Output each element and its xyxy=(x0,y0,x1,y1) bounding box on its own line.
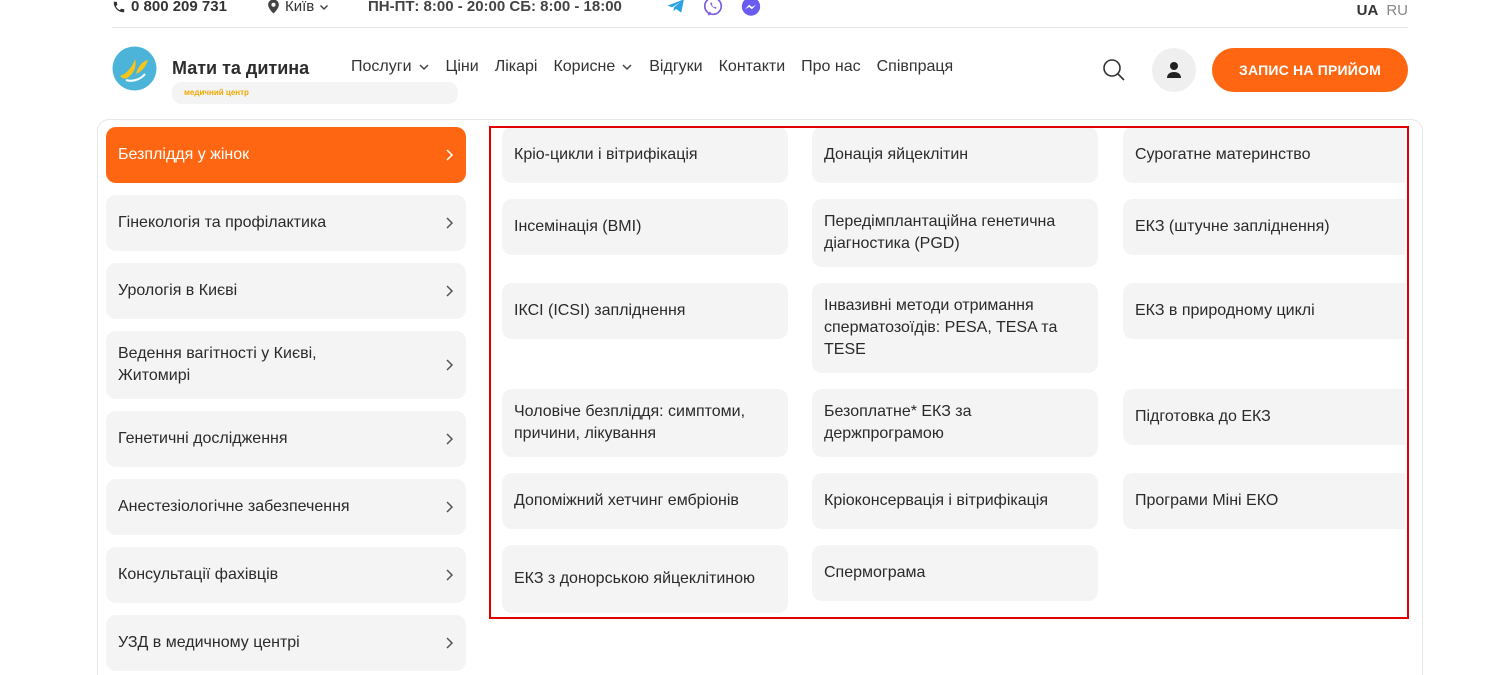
chevron-right-icon xyxy=(446,149,454,161)
nav-reviews[interactable]: Відгуки xyxy=(649,58,702,76)
messenger-icon[interactable] xyxy=(740,0,762,18)
nav-about[interactable]: Про нас xyxy=(801,58,860,76)
main-nav: Послуги Ціни Лікарі Корисне Відгуки Конт… xyxy=(351,58,953,76)
location-pin-icon xyxy=(268,0,279,14)
site-logo[interactable]: Мати та дитина медичний центр xyxy=(112,46,458,104)
lang-ru[interactable]: RU xyxy=(1386,2,1408,19)
category-label: Консультації фахівців xyxy=(118,566,279,583)
category-item-pregnancy[interactable]: Ведення вагітності у Києві, Житомирі xyxy=(106,331,466,399)
chevron-down-icon xyxy=(320,4,329,10)
book-appointment-button[interactable]: ЗАПИС НА ПРИЙОМ xyxy=(1212,48,1408,92)
nav-doctors[interactable]: Лікарі xyxy=(495,58,538,76)
highlight-frame xyxy=(489,126,1409,619)
account-button[interactable] xyxy=(1152,48,1196,92)
nav-useful[interactable]: Корисне xyxy=(553,58,633,76)
viber-icon[interactable] xyxy=(702,0,724,18)
nav-useful-label: Корисне xyxy=(553,58,616,75)
user-icon xyxy=(1167,62,1181,78)
category-label: Анестезіологічне забезпечення xyxy=(118,498,350,515)
city-label: Київ xyxy=(285,0,315,15)
chevron-down-icon xyxy=(622,64,632,71)
logo-subtitle: медичний центр xyxy=(172,82,458,104)
messenger-links xyxy=(666,0,762,18)
chevron-right-icon xyxy=(446,433,454,445)
category-item-gynecology[interactable]: Гінекологія та профілактика xyxy=(106,195,466,251)
search-button[interactable] xyxy=(1101,57,1127,83)
phone-link[interactable]: 0 800 209 731 xyxy=(112,0,227,15)
category-item-female-infertility[interactable]: Безпліддя у жінок xyxy=(106,127,466,183)
category-label: Генетичні дослідження xyxy=(118,430,288,447)
chevron-right-icon xyxy=(446,501,454,513)
nav-contacts[interactable]: Контакти xyxy=(719,58,786,76)
category-label: УЗД в медичному центрі xyxy=(118,634,300,651)
phone-icon xyxy=(113,1,125,12)
category-label: Ведення вагітності у Києві, Житомирі xyxy=(118,345,317,384)
category-label: Гінекологія та профілактика xyxy=(118,214,327,231)
category-item-urology[interactable]: Урологія в Києві xyxy=(106,263,466,319)
chevron-right-icon xyxy=(446,637,454,649)
chevron-right-icon xyxy=(446,569,454,581)
nav-services-label: Послуги xyxy=(351,58,412,75)
language-switch: UA RU xyxy=(1357,2,1408,19)
nav-services[interactable]: Послуги xyxy=(351,58,430,76)
category-label: Урологія в Києві xyxy=(118,282,238,299)
category-item-genetics[interactable]: Генетичні дослідження xyxy=(106,411,466,467)
logo-name: Мати та дитина xyxy=(172,58,310,78)
chevron-right-icon xyxy=(446,359,454,371)
category-item-anesthesiology[interactable]: Анестезіологічне забезпечення xyxy=(106,479,466,535)
chevron-right-icon xyxy=(446,217,454,229)
search-icon xyxy=(1103,59,1125,81)
category-item-consultations[interactable]: Консультації фахівців xyxy=(106,547,466,603)
chevron-down-icon xyxy=(418,64,429,71)
category-label: Безпліддя у жінок xyxy=(118,146,250,163)
lang-ua[interactable]: UA xyxy=(1357,2,1379,19)
nav-cooperation[interactable]: Співпраця xyxy=(877,58,954,76)
telegram-icon[interactable] xyxy=(666,0,686,16)
chevron-right-icon xyxy=(446,285,454,297)
phone-number: 0 800 209 731 xyxy=(131,0,227,15)
category-item-ultrasound[interactable]: УЗД в медичному центрі xyxy=(106,615,466,671)
top-bar: 0 800 209 731 Київ ПН-ПТ: 8:00 - 20:00 С… xyxy=(112,0,1408,28)
logo-emblem-icon xyxy=(112,46,157,91)
city-selector[interactable]: Київ xyxy=(267,0,329,15)
nav-prices[interactable]: Ціни xyxy=(446,58,479,76)
working-hours: ПН-ПТ: 8:00 - 20:00 СБ: 8:00 - 18:00 xyxy=(368,0,622,15)
